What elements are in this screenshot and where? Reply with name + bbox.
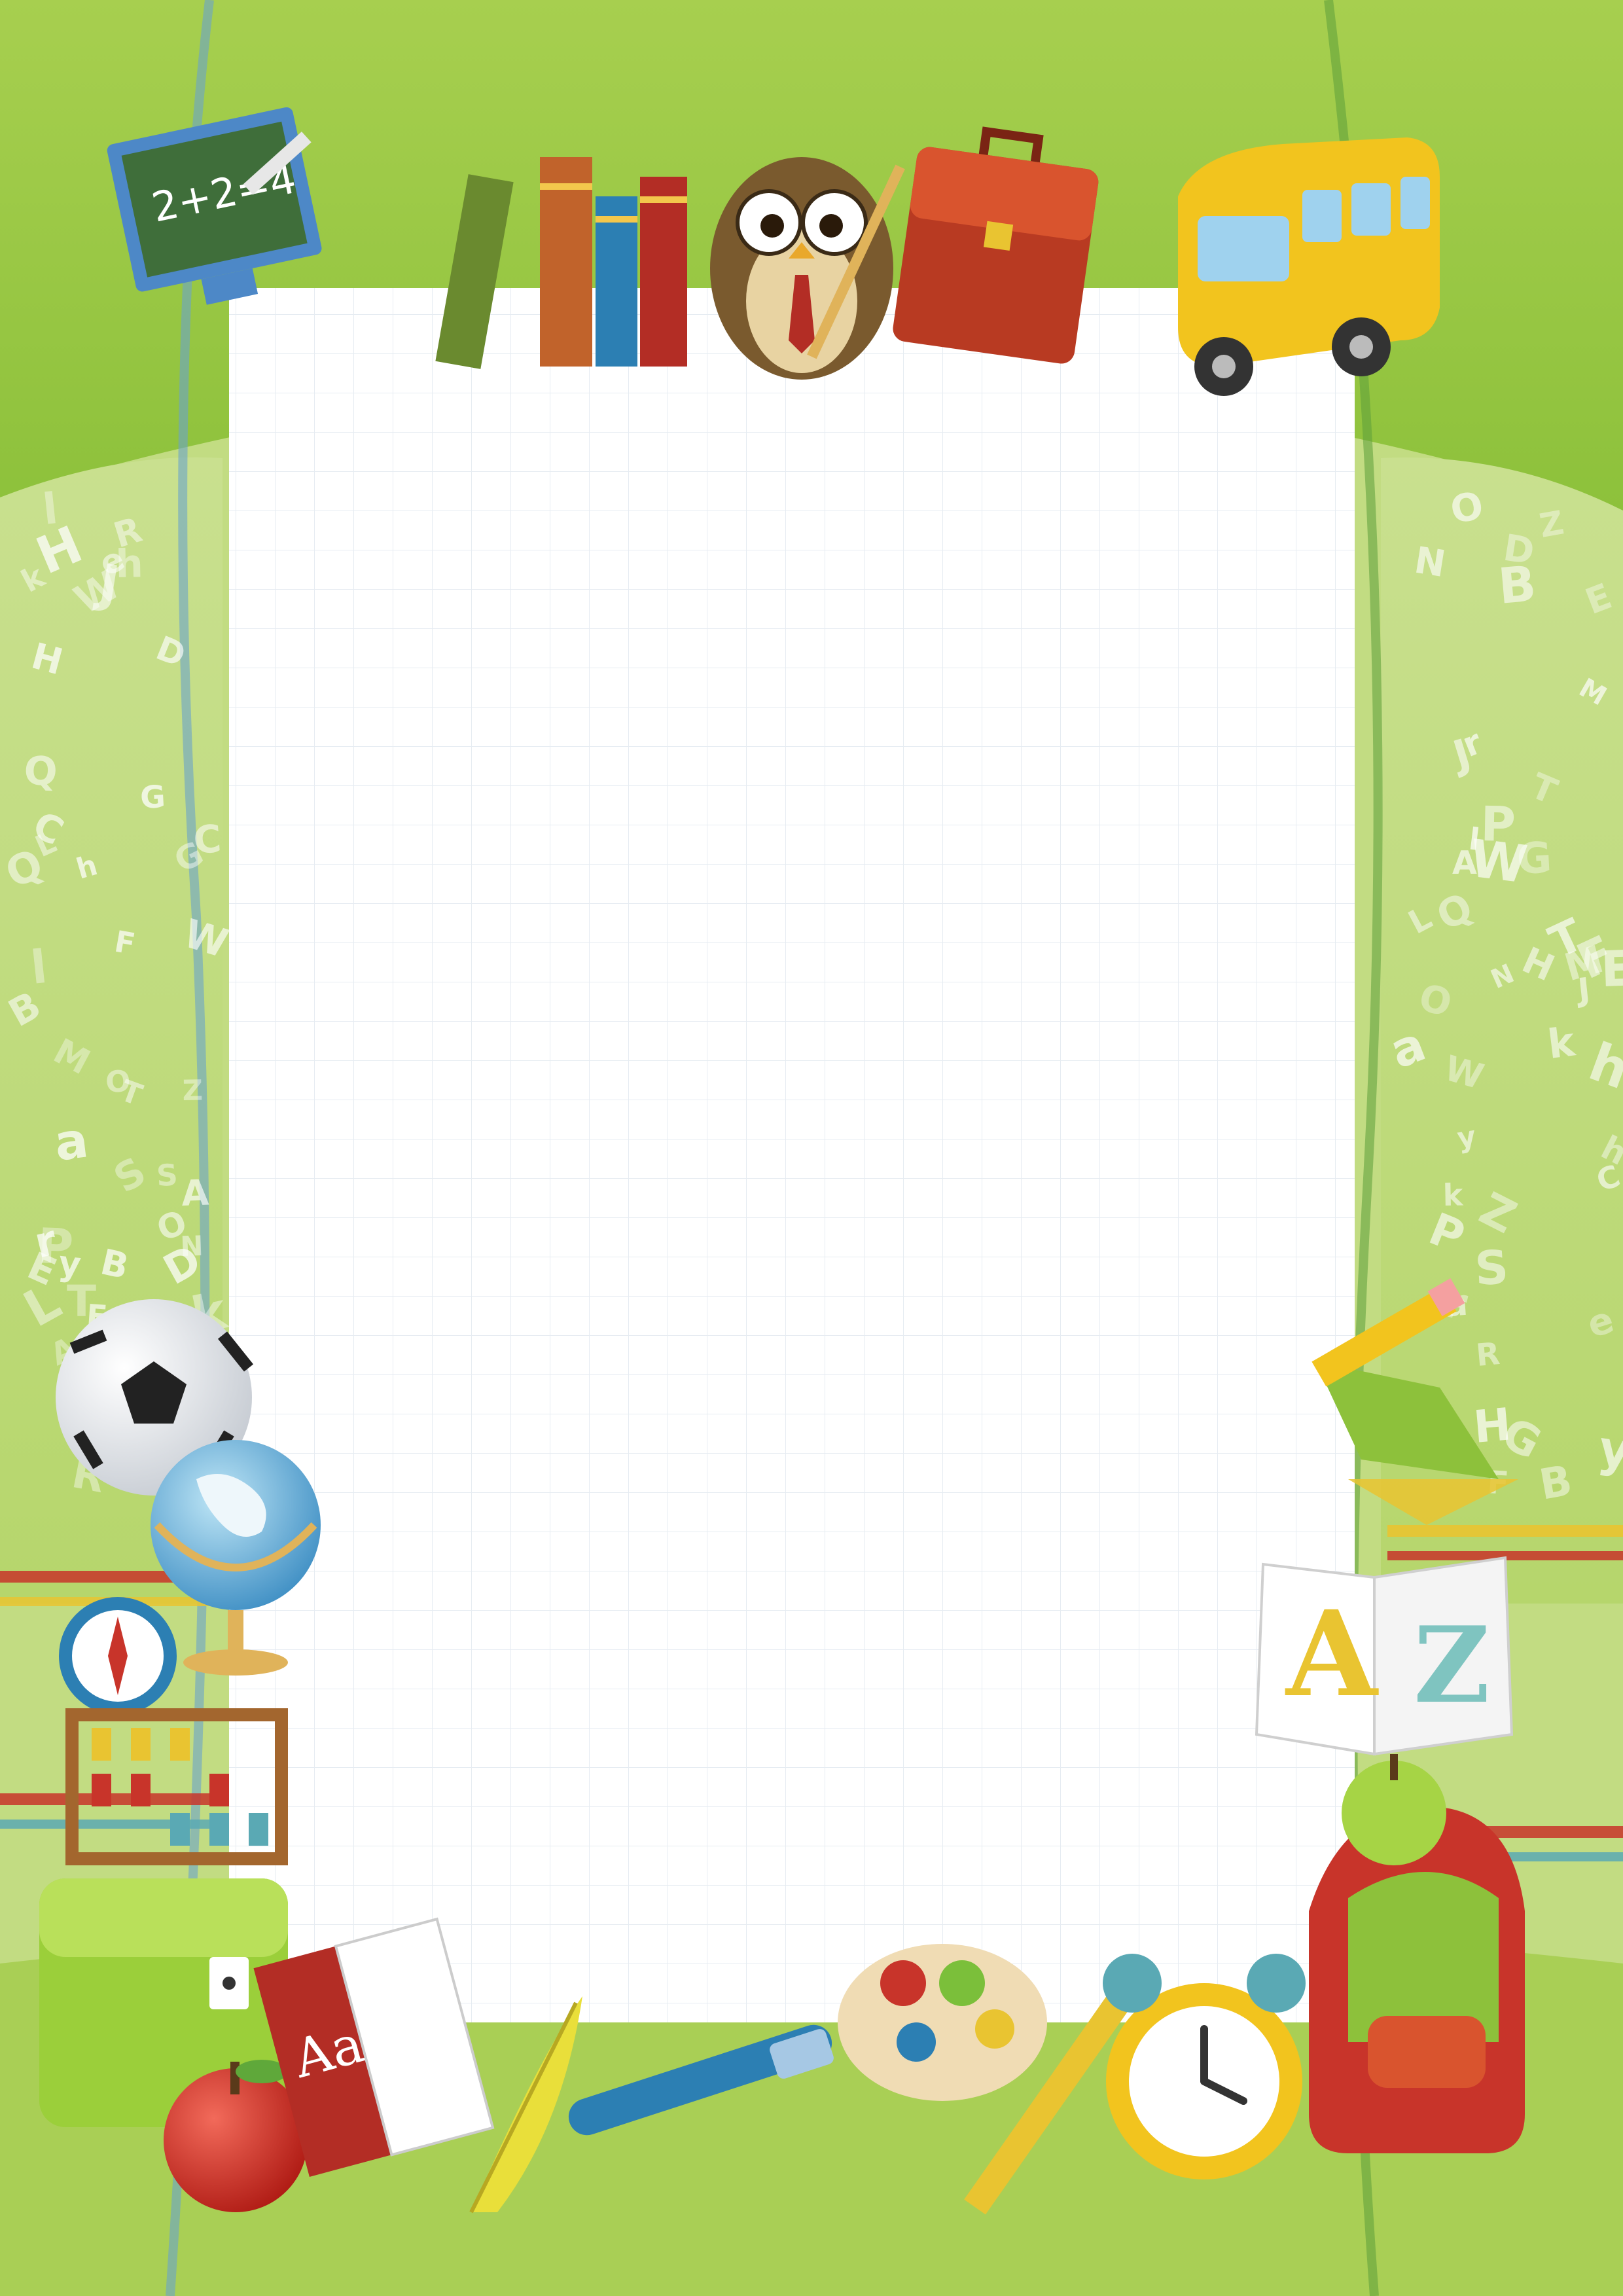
alarm-clock-icon <box>1103 1954 1306 2179</box>
background-letter: G <box>139 779 166 816</box>
background-letter: S <box>1474 1240 1510 1296</box>
alphabet-book-icon: A Z <box>1255 1556 1514 1756</box>
alphabet-letter-a: A <box>1285 1585 1379 1723</box>
background-letter: R <box>1474 1336 1501 1374</box>
background-letter: Q <box>23 748 58 795</box>
background-letter: H <box>1472 1399 1514 1454</box>
compass-icon <box>59 1597 177 1715</box>
background-letter: G <box>1516 833 1553 884</box>
school-frame-artwork: OBTkHFGWhJSNCMDyRZQELPAaerlOBTkHFGWhJSNC… <box>0 0 1623 2296</box>
background-letter: S <box>156 1157 179 1193</box>
alphabet-letter-z: Z <box>1414 1604 1490 1727</box>
background-letter: Z <box>182 1074 203 1107</box>
books-icon <box>435 157 687 369</box>
paper-sheet <box>229 288 1355 2022</box>
paint-palette-icon <box>838 1944 1047 2101</box>
background-letter: A <box>181 1172 209 1214</box>
background-letter: a <box>51 1111 91 1172</box>
background-letter: N <box>1412 539 1448 586</box>
background-letter: P <box>1480 797 1516 853</box>
background-letter: h <box>115 541 143 586</box>
